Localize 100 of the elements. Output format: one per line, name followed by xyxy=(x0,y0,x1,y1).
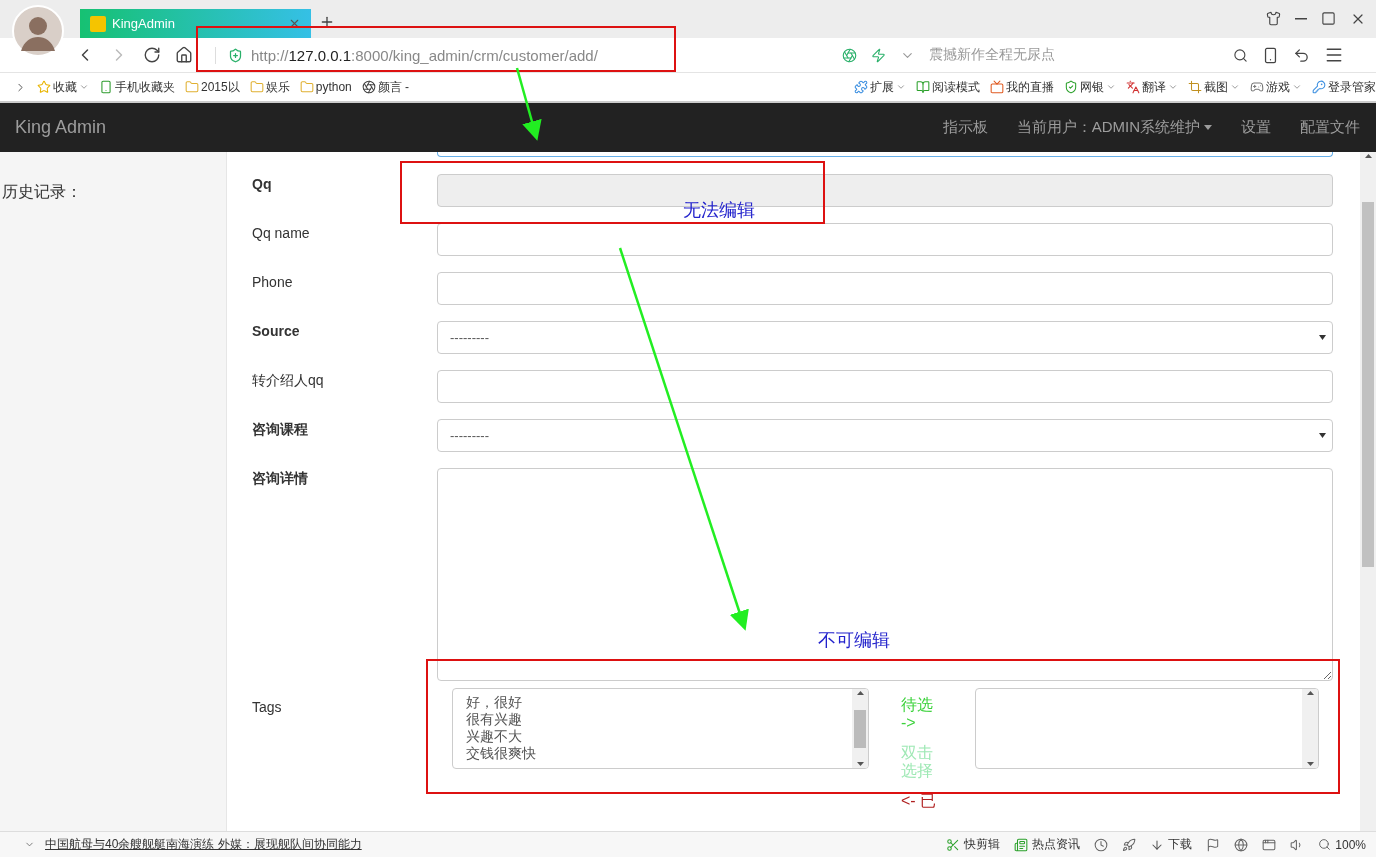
puzzle-icon xyxy=(854,80,868,94)
textarea-field[interactable] xyxy=(437,468,1333,681)
translate-icon xyxy=(1126,80,1140,94)
list-option[interactable]: 很有兴趣 xyxy=(466,711,522,728)
bookmark-link[interactable]: 收藏 xyxy=(53,78,77,96)
phone-icon xyxy=(1262,46,1279,64)
input-field[interactable] xyxy=(437,223,1333,256)
scrollbar[interactable] xyxy=(1360,152,1376,831)
toolbar-link[interactable]: 网银 xyxy=(1080,78,1104,96)
window-icon xyxy=(1262,837,1277,852)
caret-icon xyxy=(1204,125,1212,130)
book-icon xyxy=(916,80,930,94)
star-icon xyxy=(37,80,51,94)
search-icon xyxy=(1233,47,1248,63)
select-field[interactable]: --------- xyxy=(437,419,1333,452)
shield-icon xyxy=(1064,80,1078,94)
list-option[interactable]: 交钱很爽快 xyxy=(466,745,536,762)
toolbar-link[interactable]: 登录管家 xyxy=(1328,78,1376,96)
search-icon xyxy=(1318,838,1332,851)
scrollbar-thumb[interactable] xyxy=(854,709,866,748)
caret-icon xyxy=(1319,335,1326,340)
scrollbar-thumb[interactable] xyxy=(1362,202,1374,567)
clock-icon xyxy=(1094,837,1109,852)
reload-icon xyxy=(143,46,161,64)
brand-title[interactable]: King Admin xyxy=(15,117,107,138)
status-link[interactable]: 热点资讯 xyxy=(1032,836,1081,853)
globe-icon xyxy=(1234,837,1249,852)
input-field[interactable] xyxy=(437,272,1333,305)
status-link[interactable]: 快剪辑 xyxy=(964,836,1001,853)
minimize-icon[interactable] xyxy=(1295,18,1307,20)
nav-link[interactable]: 指示板 xyxy=(942,118,988,137)
address-field[interactable]: http://127.0.0.1:8000/king_admin/crm/customer/add/ xyxy=(215,46,828,64)
field-label: 咨询课程 xyxy=(252,420,309,439)
maximize-icon xyxy=(1321,11,1336,26)
key-icon xyxy=(1312,80,1326,94)
scroll-up-icon[interactable] xyxy=(1364,154,1372,158)
select-field[interactable]: --------- xyxy=(437,321,1333,354)
toolbar-link[interactable]: 翻译 xyxy=(1142,78,1166,96)
rocket-icon xyxy=(1122,837,1137,852)
scroll-down-icon[interactable] xyxy=(856,762,864,766)
folder-icon xyxy=(299,80,314,94)
crop-icon xyxy=(1188,80,1202,94)
avatar[interactable] xyxy=(12,5,64,57)
nav-link[interactable]: 当前用户：ADMIN系统维护 xyxy=(1016,118,1212,137)
scroll-up-icon[interactable] xyxy=(1306,691,1314,695)
news-link[interactable]: 中国航母与40余艘舰艇南海演练 外媒：展现舰队间协同能力 xyxy=(45,836,362,853)
annotation-text: 无法编辑 xyxy=(683,199,755,222)
newspaper-icon xyxy=(1014,837,1029,852)
scroll-up-icon[interactable] xyxy=(856,691,864,695)
bookmark-link[interactable]: 手机收藏夹 xyxy=(115,78,175,96)
bookmark-link[interactable]: python xyxy=(315,80,352,94)
toolbar-link[interactable]: 我的直播 xyxy=(1006,78,1054,96)
field-label: 转介绍人qq xyxy=(252,371,325,390)
folder-icon xyxy=(249,80,264,94)
list-option[interactable]: 兴趣不大 xyxy=(466,728,522,745)
caret-icon[interactable] xyxy=(1230,82,1240,92)
sidebar-title: 历史记录： xyxy=(1,183,82,200)
nav-link[interactable]: 配置文件 xyxy=(1300,118,1360,137)
tv-icon xyxy=(990,80,1004,94)
caret-icon xyxy=(1319,433,1326,438)
folder-icon xyxy=(185,80,199,94)
toolbar-link[interactable]: 截图 xyxy=(1204,78,1228,96)
home-icon xyxy=(175,46,193,64)
bookmark-link[interactable]: 娱乐 xyxy=(265,78,290,96)
field-label: 咨询详情 xyxy=(252,469,309,488)
scissors-icon xyxy=(946,837,961,852)
flag-icon xyxy=(1206,837,1221,852)
caret-icon[interactable] xyxy=(1292,82,1302,92)
toolbar-link[interactable]: 游戏 xyxy=(1266,78,1290,96)
gamepad-icon xyxy=(1250,80,1264,94)
zoom-level[interactable]: 100% xyxy=(1335,837,1366,852)
toolbar-link[interactable]: 阅读模式 xyxy=(932,78,980,96)
toolbar-link[interactable]: 扩展 xyxy=(870,78,894,96)
caret-icon[interactable] xyxy=(1106,82,1116,92)
aperture-icon xyxy=(842,47,857,63)
nav-link[interactable]: 设置 xyxy=(1241,118,1271,137)
action-link[interactable]: <- 已 xyxy=(901,792,941,810)
field-label: Phone xyxy=(252,273,294,292)
field-label: Source xyxy=(252,322,301,341)
input-field[interactable] xyxy=(437,370,1333,403)
field-label: Qq name xyxy=(252,224,311,243)
bookmark-link[interactable]: 2015以 xyxy=(201,78,240,96)
field-label: Qq xyxy=(252,175,273,194)
shirt-icon xyxy=(1266,11,1281,26)
field-label: Tags xyxy=(252,698,283,717)
undo-icon xyxy=(1293,46,1310,64)
list-box[interactable]: 好，很好 很有兴趣 兴趣不大 交钱很爽快 xyxy=(452,688,869,769)
caret-icon[interactable] xyxy=(896,82,906,92)
tab-title: KingAdmin xyxy=(112,16,176,31)
scroll-down-icon[interactable] xyxy=(1306,762,1314,766)
input-field[interactable] xyxy=(437,152,1333,157)
url-text: http://127.0.0.1:8000/king_admin/crm/customer/add/ xyxy=(251,46,598,64)
status-link[interactable]: 下载 xyxy=(1168,836,1193,853)
caret-icon[interactable] xyxy=(79,82,89,92)
bookmark-link[interactable]: 颜言 - xyxy=(377,78,410,96)
list-option[interactable]: 好，很好 xyxy=(466,694,522,711)
annotation-text: 不可编辑 xyxy=(818,629,890,652)
caret-icon[interactable] xyxy=(1168,82,1178,92)
lightning-icon xyxy=(871,47,886,63)
shield-icon xyxy=(228,47,243,63)
